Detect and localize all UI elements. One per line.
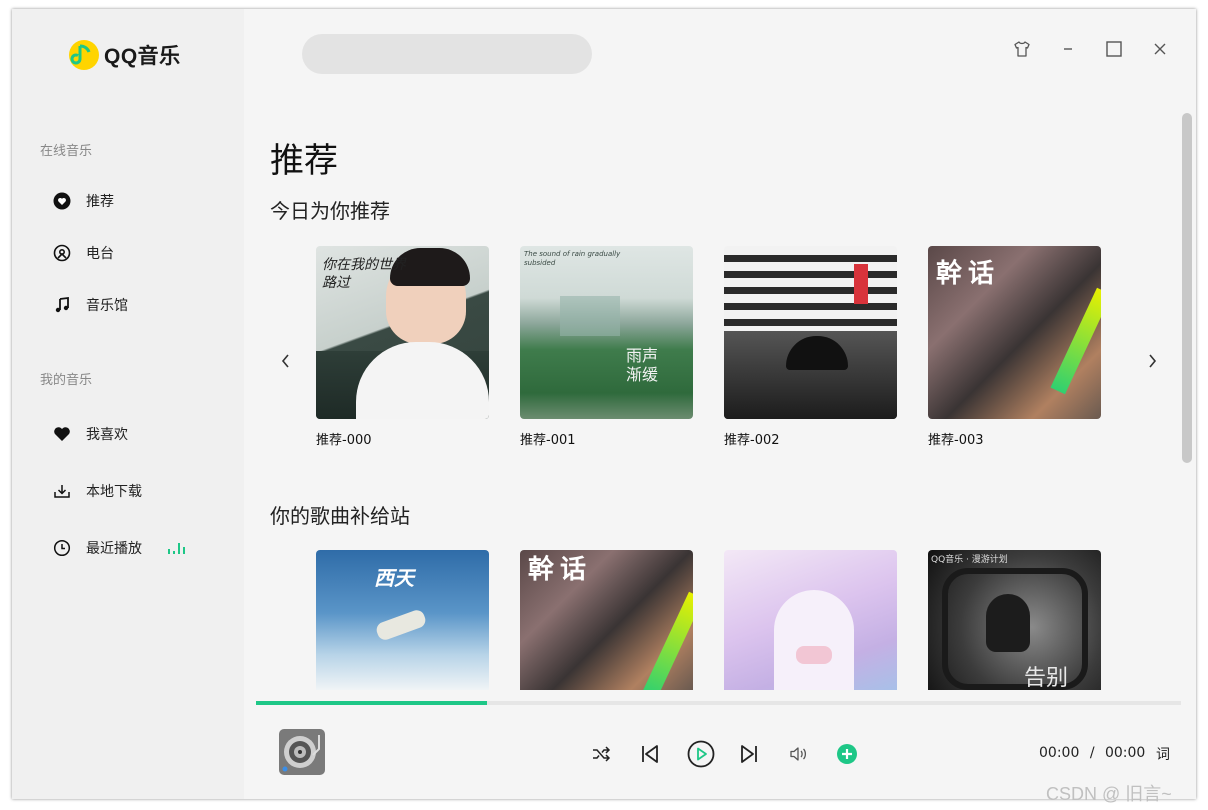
playlist-title: 推荐-002 bbox=[724, 433, 780, 448]
minimize-icon[interactable] bbox=[1058, 39, 1078, 59]
skin-icon[interactable] bbox=[1012, 39, 1032, 59]
cover-text: 你在我的世界路过 bbox=[322, 257, 406, 291]
qq-music-logo-icon bbox=[69, 40, 99, 70]
playback-time: 00:00 / 00:00 bbox=[1039, 745, 1145, 761]
playlist-card[interactable]: 幹话 推荐-003 bbox=[928, 246, 1101, 448]
cover-text: 幹话 bbox=[528, 555, 593, 585]
cover-header: QQ音乐 · 漫游计划 bbox=[931, 555, 1008, 565]
song-card[interactable]: 幹话 bbox=[520, 550, 693, 690]
sidebar-item-label: 电台 bbox=[86, 246, 114, 262]
section-title-supply: 你的歌曲补给站 bbox=[270, 504, 410, 528]
playlist-card[interactable]: 你在我的世界路过 推荐-000 bbox=[316, 246, 489, 448]
total-time: 00:00 bbox=[1104, 745, 1146, 761]
song-cover: 幹话 bbox=[520, 550, 693, 690]
next-track-icon[interactable] bbox=[736, 741, 762, 767]
sidebar-item-label: 本地下载 bbox=[86, 484, 142, 500]
sidebar-item-radio[interactable]: 电台 bbox=[52, 239, 114, 267]
song-cover: QQ音乐 · 漫游计划 告别 bbox=[928, 550, 1101, 690]
main-content: 推荐 今日为你推荐 你在我的世界路过 推荐-000 The sound of r… bbox=[244, 9, 1196, 799]
sidebar-item-label: 推荐 bbox=[86, 194, 114, 210]
close-icon[interactable] bbox=[1150, 39, 1170, 59]
download-icon bbox=[52, 481, 72, 501]
search-input[interactable] bbox=[302, 34, 592, 74]
now-playing-cover[interactable] bbox=[279, 729, 325, 775]
sidebar-item-label: 我喜欢 bbox=[86, 427, 128, 443]
cover-text: 雨声渐缓 bbox=[626, 346, 659, 384]
add-to-playlist-icon[interactable] bbox=[834, 741, 860, 767]
sidebar-item-music-hall[interactable]: 音乐馆 bbox=[52, 291, 128, 319]
shuffle-icon[interactable] bbox=[588, 741, 614, 767]
song-card[interactable] bbox=[724, 550, 897, 690]
sidebar-item-favorites[interactable]: 我喜欢 bbox=[52, 420, 128, 448]
carousel-prev-icon[interactable] bbox=[274, 349, 298, 373]
song-cover: 西天 bbox=[316, 550, 489, 690]
play-button[interactable] bbox=[686, 739, 716, 769]
playlist-title: 推荐-003 bbox=[928, 433, 984, 448]
time-separator: / bbox=[1089, 745, 1095, 761]
window-controls bbox=[1012, 39, 1170, 59]
watermark: CSDN @ 旧言~ bbox=[1046, 784, 1172, 804]
section-title-daily: 今日为你推荐 bbox=[270, 199, 390, 223]
music-note-icon bbox=[52, 295, 72, 315]
app-window: QQ音乐 在线音乐 推荐 电台 音乐馆 我的音乐 我喜欢 本地下载 最近播放 推… bbox=[12, 9, 1196, 799]
previous-track-icon[interactable] bbox=[637, 741, 663, 767]
playlist-card[interactable]: The sound of rain gradually subsided 雨声渐… bbox=[520, 246, 693, 448]
sidebar-item-label: 最近播放 bbox=[86, 541, 142, 557]
playlist-card[interactable]: 推荐-002 bbox=[724, 246, 897, 448]
cover-subtext: The sound of rain gradually subsided bbox=[524, 250, 621, 267]
song-card[interactable]: 西天 bbox=[316, 550, 489, 690]
sidebar: QQ音乐 在线音乐 推荐 电台 音乐馆 我的音乐 我喜欢 本地下载 最近播放 bbox=[12, 9, 244, 799]
radio-icon bbox=[52, 243, 72, 263]
playlist-cover: 幹话 bbox=[928, 246, 1101, 419]
cover-text: 幹话 bbox=[936, 259, 1001, 289]
sidebar-item-recommend[interactable]: 推荐 bbox=[52, 187, 114, 215]
song-card[interactable]: QQ音乐 · 漫游计划 告别 bbox=[928, 550, 1101, 690]
vertical-scrollbar[interactable] bbox=[1182, 113, 1192, 463]
playlist-cover: 你在我的世界路过 bbox=[316, 246, 489, 419]
volume-icon[interactable] bbox=[785, 741, 811, 767]
app-logo: QQ音乐 bbox=[68, 39, 181, 71]
sidebar-item-local-download[interactable]: 本地下载 bbox=[52, 477, 142, 505]
carousel-next-icon[interactable] bbox=[1140, 349, 1164, 373]
vinyl-disc-icon bbox=[282, 735, 320, 772]
playlist-title: 推荐-001 bbox=[520, 433, 576, 448]
cover-text: 告别 bbox=[1024, 666, 1069, 690]
heart-icon bbox=[52, 424, 72, 444]
playlist-title: 推荐-000 bbox=[316, 433, 372, 448]
now-playing-equalizer-icon bbox=[168, 542, 185, 554]
cover-text: 西天 bbox=[374, 566, 414, 590]
clock-icon bbox=[52, 538, 72, 558]
song-cover bbox=[724, 550, 897, 690]
lyrics-toggle-button[interactable]: 词 bbox=[1156, 744, 1170, 764]
current-time: 00:00 bbox=[1039, 745, 1080, 761]
sidebar-item-recent-play[interactable]: 最近播放 bbox=[52, 534, 142, 562]
playlist-cover bbox=[724, 246, 897, 419]
playlist-cover: The sound of rain gradually subsided 雨声渐… bbox=[520, 246, 693, 419]
maximize-icon[interactable] bbox=[1104, 39, 1124, 59]
my-music-title: 我的音乐 bbox=[40, 373, 93, 388]
app-name: QQ音乐 bbox=[104, 45, 181, 68]
sidebar-item-label: 音乐馆 bbox=[86, 298, 128, 314]
page-title: 推荐 bbox=[270, 141, 338, 181]
recommend-icon bbox=[52, 191, 72, 211]
online-music-title: 在线音乐 bbox=[40, 144, 93, 159]
